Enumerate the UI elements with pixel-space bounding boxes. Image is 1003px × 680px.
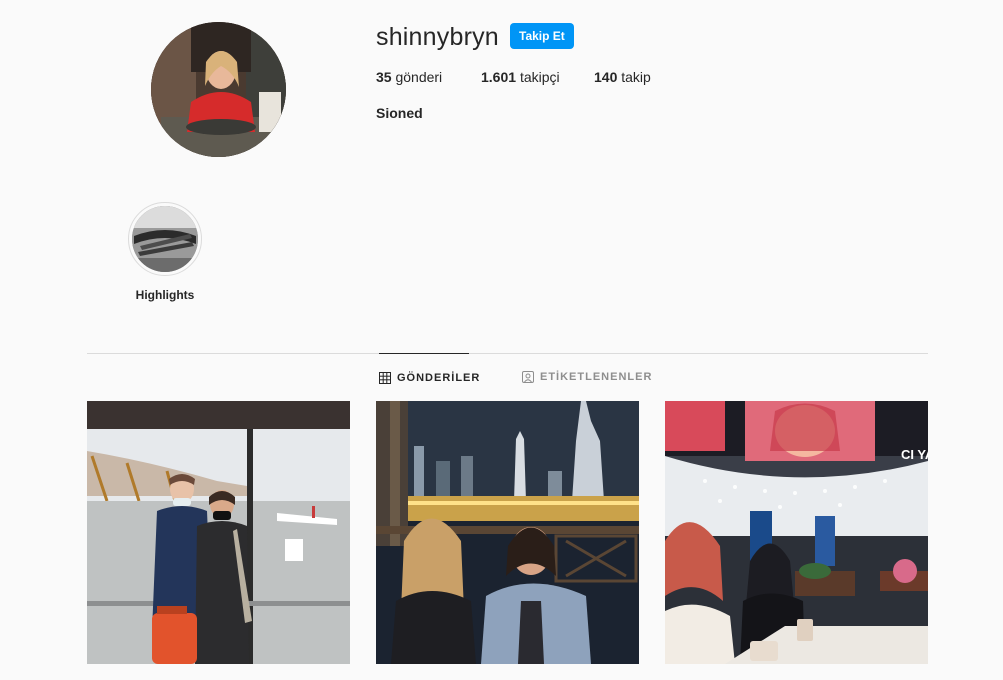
followers-count-stat[interactable]: 1.601 takipçi bbox=[481, 68, 594, 86]
posts-label: gönderi bbox=[395, 69, 443, 85]
mall-sign-text: CI YAM bbox=[901, 447, 928, 462]
following-label: takip bbox=[621, 69, 651, 85]
tab-posts[interactable]: GÖNDERİLER bbox=[379, 353, 479, 401]
following-count-stat[interactable]: 140 takip bbox=[594, 68, 651, 86]
night-city-photo bbox=[376, 401, 639, 664]
tabs-divider bbox=[87, 353, 928, 354]
profile-stats: 35 gönderi 1.601 takipçi 140 takip bbox=[376, 68, 651, 86]
tag-icon bbox=[522, 371, 534, 383]
posts-count: 35 bbox=[376, 69, 392, 85]
follow-button[interactable]: Takip Et bbox=[510, 23, 574, 49]
profile-avatar[interactable] bbox=[151, 22, 286, 157]
profile-page: shinnybryn Takip Et 35 gönderi 1.601 tak… bbox=[0, 0, 1003, 680]
tab-posts-label: GÖNDERİLER bbox=[397, 371, 481, 384]
highlight-ring bbox=[128, 202, 202, 276]
mall-photo: CI YAM bbox=[665, 401, 928, 664]
tab-tagged[interactable]: ETİKETLENENLER bbox=[522, 353, 652, 401]
avatar-photo bbox=[151, 22, 286, 157]
post-thumbnail-3[interactable]: CI YAM bbox=[665, 401, 928, 664]
highlight-cover-photo bbox=[132, 206, 198, 272]
posts-count-stat: 35 gönderi bbox=[376, 68, 481, 86]
airport-window-photo bbox=[87, 401, 350, 664]
story-highlight[interactable]: Highlights bbox=[125, 202, 205, 302]
followers-count: 1.601 bbox=[481, 69, 517, 85]
profile-username: shinnybryn bbox=[376, 23, 499, 51]
highlight-cover bbox=[132, 206, 198, 272]
post-thumbnail-1[interactable] bbox=[87, 401, 350, 664]
tab-tagged-label: ETİKETLENENLER bbox=[540, 371, 653, 383]
grid-icon bbox=[379, 371, 391, 384]
profile-full-name: Sioned bbox=[376, 105, 423, 121]
post-thumbnail-2[interactable] bbox=[376, 401, 639, 664]
following-count: 140 bbox=[594, 69, 618, 85]
highlight-label: Highlights bbox=[135, 288, 195, 302]
followers-label: takipçi bbox=[519, 69, 560, 85]
